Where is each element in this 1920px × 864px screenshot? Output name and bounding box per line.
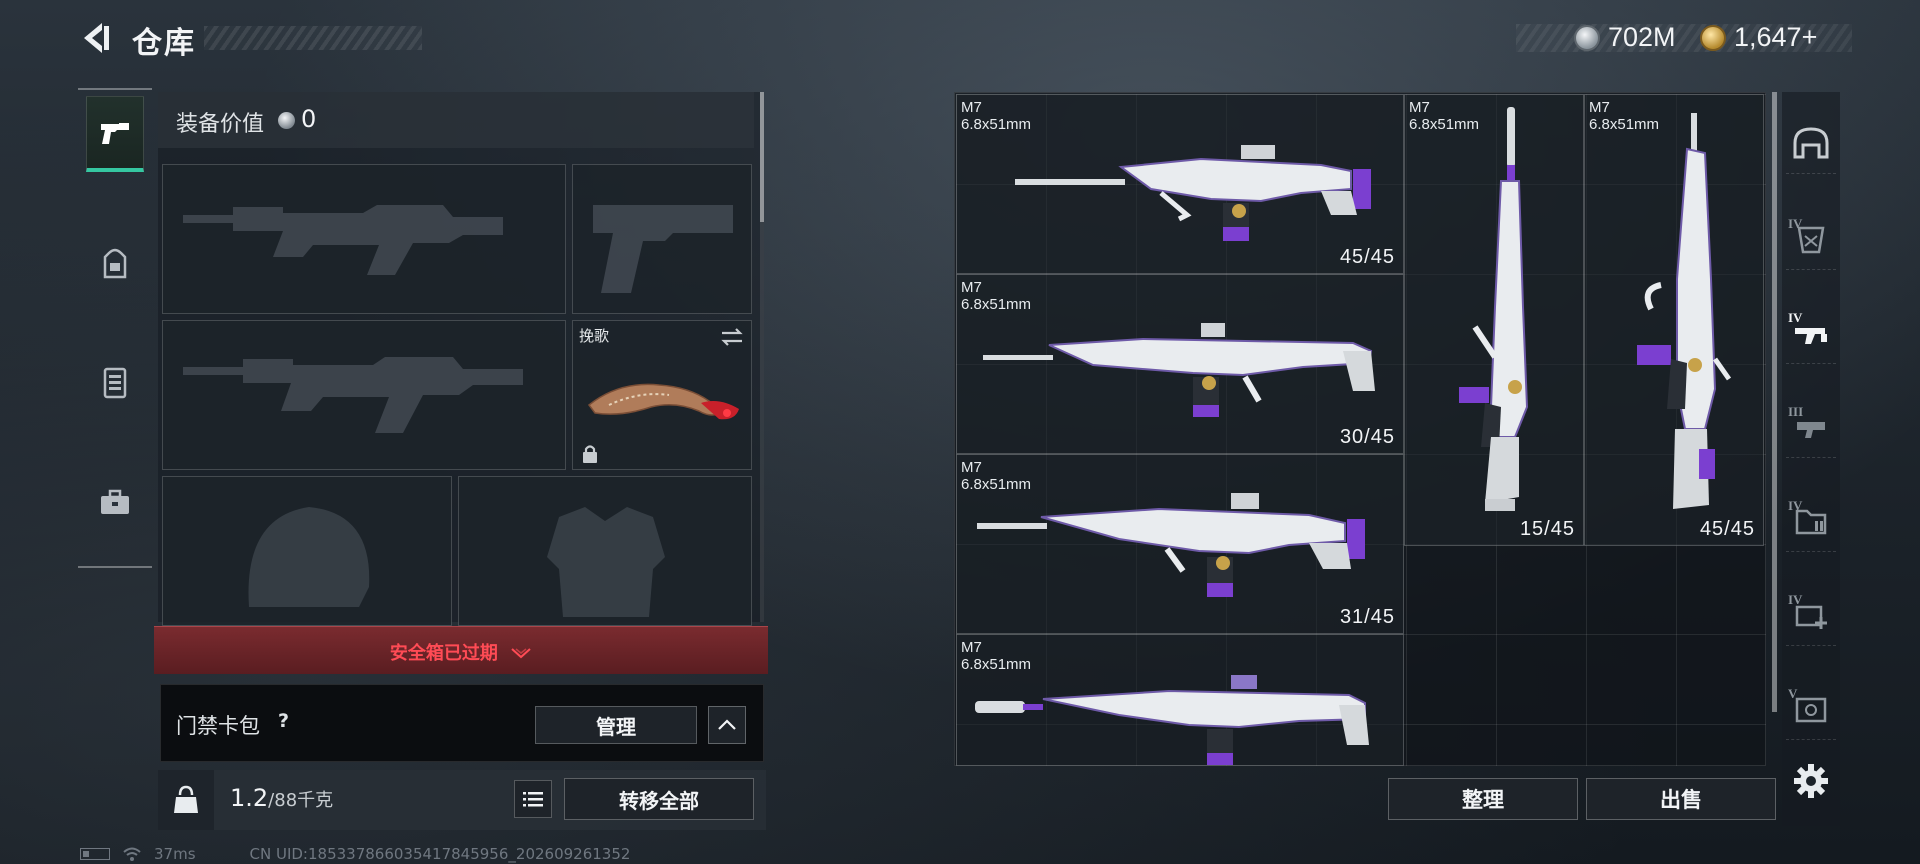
equipment-scrollbar[interactable] <box>760 92 764 622</box>
backpack-icon <box>103 248 127 279</box>
safebox-expired-text: 安全箱已过期 <box>154 639 768 665</box>
karambit-knife-icon <box>587 383 739 420</box>
filter-tier4-rifle[interactable]: IV <box>1786 302 1836 364</box>
weight-value: 1.2/88千克 <box>230 784 334 812</box>
silver-coin-icon <box>1574 25 1600 51</box>
chevron-down-icon <box>511 648 531 659</box>
chevron-up-icon <box>718 719 736 730</box>
manage-button[interactable]: 管理 <box>535 706 697 744</box>
stash-item-m7[interactable]: M7 6.8x51mm 15/45 <box>1404 94 1584 546</box>
equipment-value: 0 <box>301 105 317 133</box>
equipment-value-label: 装备价值 <box>176 112 265 137</box>
pistol-silhouette-icon <box>593 205 733 293</box>
battery-icon <box>80 848 110 860</box>
armor-vest-silhouette-icon <box>547 507 665 617</box>
rail-item-toolbox[interactable] <box>86 464 144 540</box>
user-uid: CN UID:18533786603541784595​6_2026092613… <box>249 845 631 863</box>
sell-button[interactable]: 出售 <box>1586 778 1776 820</box>
item-ammo: 31/45 <box>1339 606 1395 628</box>
helmet-filter-icon <box>1793 126 1829 158</box>
ping-value: 37ms <box>154 845 196 863</box>
m7-rifle-icon <box>983 323 1375 417</box>
lock-icon <box>583 445 597 463</box>
pistol-slot[interactable] <box>572 164 752 314</box>
filter-helmet[interactable] <box>1786 112 1836 174</box>
list-icon <box>523 792 543 807</box>
category-rail <box>78 88 152 568</box>
vest-icon <box>103 367 127 399</box>
stash-item-m7[interactable]: M7 6.8x51mm 30/45 <box>956 274 1404 454</box>
collapse-button[interactable] <box>708 706 746 744</box>
m7-rifle-icon <box>975 675 1369 765</box>
item-ammo: 45/45 <box>1699 518 1755 540</box>
kettlebell-icon <box>174 785 198 813</box>
item-ammo: 15/45 <box>1519 518 1575 540</box>
filter-tier4-folder[interactable]: IV <box>1786 490 1836 552</box>
stash-item-m7[interactable]: M7 6.8x51mm 31/45 <box>956 454 1404 634</box>
item-ammo: 45/45 <box>1339 246 1395 268</box>
helmet-silhouette-icon <box>248 507 370 607</box>
rifle-silhouette-icon <box>183 205 503 275</box>
m7-rifle-icon <box>1015 145 1371 241</box>
filter-tier5-safe[interactable]: V <box>1786 678 1836 740</box>
help-icon[interactable]: ? <box>278 710 289 732</box>
filter-tier4-armor[interactable]: IV <box>1786 208 1836 270</box>
page-title: 仓库 <box>132 26 196 61</box>
pistol-icon <box>101 122 129 144</box>
melee-slot[interactable]: 挽歌 <box>572 320 752 470</box>
helmet-slot[interactable] <box>162 476 452 626</box>
title-decoration <box>204 26 422 50</box>
secondary-weapon-slot[interactable] <box>162 320 566 470</box>
stash-item-m7[interactable]: M7 6.8x51mm <box>956 634 1404 766</box>
m7-rifle-icon <box>977 493 1365 597</box>
gold-coin-icon <box>1700 25 1726 51</box>
m7-rifle-vertical-icon <box>1459 107 1529 511</box>
rail-item-weapons[interactable] <box>86 96 144 172</box>
primary-weapon-slot[interactable] <box>162 164 566 314</box>
stash-item-m7[interactable]: M7 6.8x51mm 45/45 <box>956 94 1404 274</box>
gear-icon <box>1794 764 1828 798</box>
rail-item-backpack[interactable] <box>86 226 144 302</box>
stash-scrollbar[interactable] <box>1772 92 1777 712</box>
rail-item-vest[interactable] <box>86 344 144 420</box>
item-ammo: 30/45 <box>1339 426 1395 448</box>
wifi-icon <box>123 847 141 861</box>
status-line: 37ms CN UID:18533786603541784595​6_20260… <box>80 845 630 863</box>
safebox-expired-banner[interactable]: 安全箱已过期 <box>154 626 768 674</box>
tier5-safe-filter-icon <box>1795 697 1827 722</box>
list-view-button[interactable] <box>514 780 552 818</box>
toolbox-icon <box>101 489 129 514</box>
silver-currency-value: 702M <box>1608 22 1676 52</box>
stash-item-m7[interactable]: M7 6.8x51mm 45/45 <box>1584 94 1764 546</box>
settings-button[interactable] <box>1790 760 1832 802</box>
sort-button[interactable]: 整理 <box>1388 778 1578 820</box>
filter-tier4-medkit[interactable]: IV <box>1786 584 1836 646</box>
m7-rifle-vertical-icon <box>1637 113 1732 509</box>
melee-name: 挽歌 <box>579 327 610 345</box>
filter-tier3-weapon[interactable]: III <box>1786 396 1836 458</box>
swap-icon[interactable] <box>719 327 745 347</box>
back-arrow-icon <box>84 23 109 53</box>
rifle-silhouette-icon <box>183 357 523 433</box>
weight-icon-box <box>158 770 214 830</box>
back-button[interactable] <box>78 20 112 56</box>
silver-coin-icon <box>278 112 295 129</box>
transfer-all-button[interactable]: 转移全部 <box>564 778 754 820</box>
armor-slot[interactable] <box>458 476 752 626</box>
access-card-pack-label: 门禁卡包 <box>176 714 260 738</box>
gold-currency-value[interactable]: 1,647+ <box>1734 22 1817 53</box>
